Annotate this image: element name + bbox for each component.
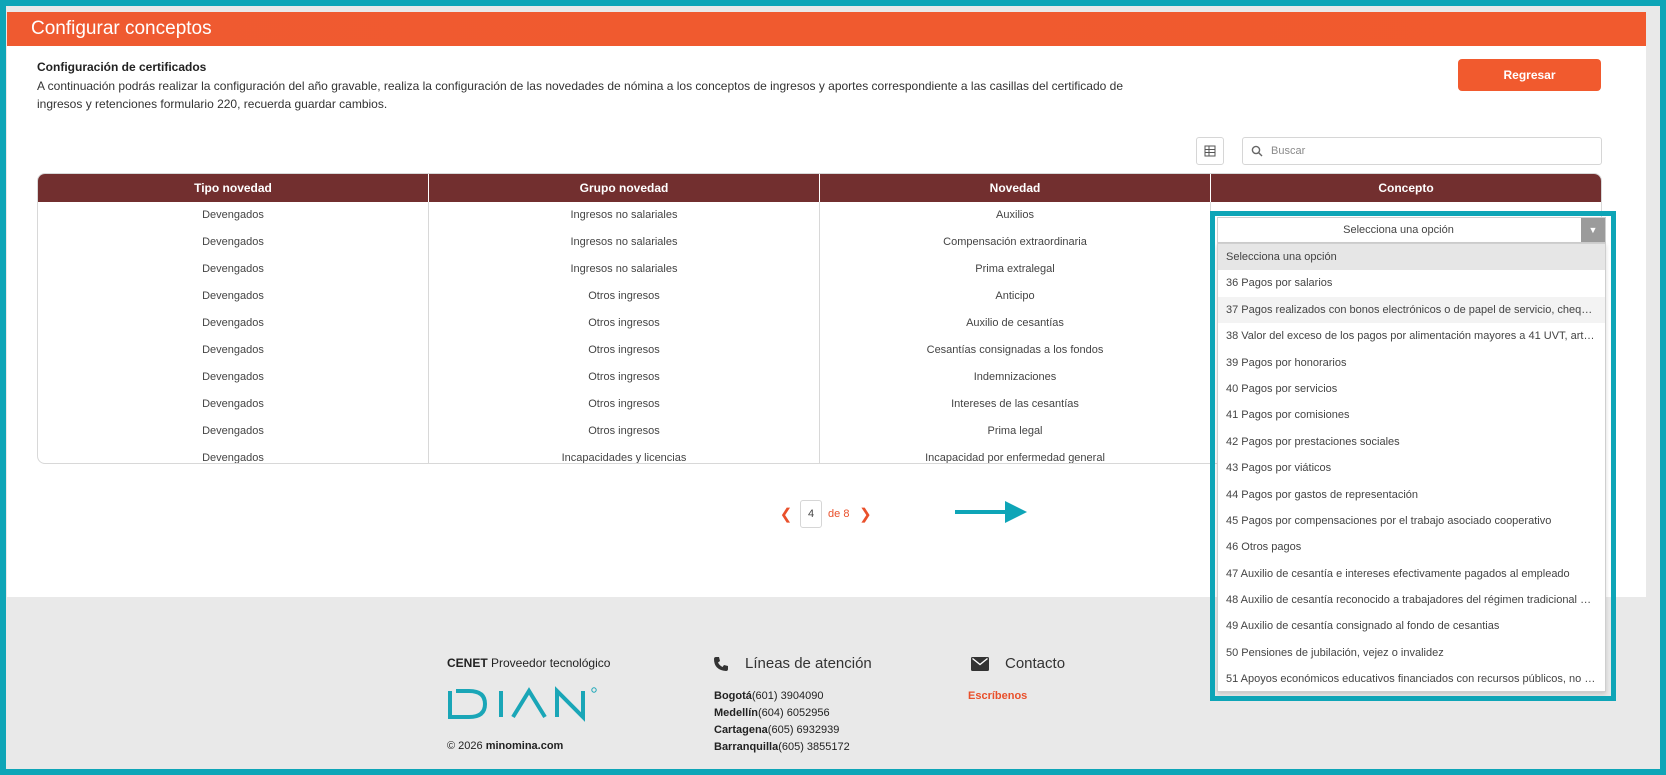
chevron-right-icon[interactable]: ❯ xyxy=(855,505,875,523)
table-cell: Indemnizaciones xyxy=(973,371,1057,383)
table-header: Tipo novedad Grupo novedad Novedad Conce… xyxy=(38,174,1601,202)
column-header-grupo-novedad[interactable]: Grupo novedad xyxy=(429,174,820,202)
table-cell: Anticipo xyxy=(995,290,1035,302)
table-cell: Devengados xyxy=(202,398,264,410)
table-cell: Prima extralegal xyxy=(975,263,1055,275)
envelope-icon xyxy=(971,656,989,671)
page-input[interactable]: 4 xyxy=(800,500,822,528)
column-tipo-novedad: Devengados Devengados Devengados Devenga… xyxy=(38,202,429,464)
table-cell: Prima legal xyxy=(987,425,1043,437)
section-description: A continuación podrás realizar la config… xyxy=(37,79,1123,111)
support-line-item: Barranquilla(605) 3855172 xyxy=(714,741,850,753)
column-header-concepto[interactable]: Concepto xyxy=(1211,174,1601,202)
contact-link[interactable]: Escríbenos xyxy=(968,690,1027,702)
export-excel-button[interactable] xyxy=(1196,137,1224,165)
page-header: Configurar conceptos xyxy=(7,12,1646,46)
annotation-arrow-icon xyxy=(955,501,1027,523)
footer-provider: CENET Proveedor tecnológico xyxy=(447,656,611,670)
search-field[interactable] xyxy=(1242,137,1602,165)
search-input[interactable] xyxy=(1271,145,1591,157)
table-cell: Auxilios xyxy=(996,209,1034,221)
table-cell: Devengados xyxy=(202,425,264,437)
table-cell: Otros ingresos xyxy=(588,425,660,437)
back-button[interactable]: Regresar xyxy=(1458,59,1601,91)
section-title: Configuración de certificados xyxy=(37,60,207,74)
annotation-highlight-box xyxy=(1210,211,1616,701)
footer-copyright: © 2026 minomina.com xyxy=(447,740,564,752)
support-line-item: Cartagena(605) 6932939 xyxy=(714,724,840,736)
column-grupo-novedad: Ingresos no salariales Ingresos no salar… xyxy=(429,202,820,464)
table-cell: Devengados xyxy=(202,344,264,356)
table-cell: Devengados xyxy=(202,290,264,302)
column-header-novedad[interactable]: Novedad xyxy=(820,174,1211,202)
support-lines-heading: Líneas de atención xyxy=(713,655,872,672)
page-total-label: de 8 xyxy=(828,508,850,520)
table-cell: Devengados xyxy=(202,263,264,275)
table-cell: Otros ingresos xyxy=(588,290,660,302)
phone-icon xyxy=(713,656,729,672)
table-cell: Ingresos no salariales xyxy=(570,236,678,248)
spreadsheet-icon xyxy=(1204,145,1216,157)
table-cell: Devengados xyxy=(202,236,264,248)
table-cell: Incapacidades y licencias xyxy=(561,452,687,464)
table-cell: Auxilio de cesantías xyxy=(966,317,1064,329)
table-cell: Ingresos no salariales xyxy=(570,209,678,221)
table-cell: Otros ingresos xyxy=(588,317,660,329)
column-novedad: Auxilios Compensación extraordinaria Pri… xyxy=(820,202,1211,464)
table-cell: Otros ingresos xyxy=(588,344,660,356)
table-cell: Incapacidad por enfermedad general xyxy=(925,452,1105,464)
dian-logo xyxy=(448,686,597,722)
column-header-tipo-novedad[interactable]: Tipo novedad xyxy=(38,174,429,202)
table-cell: Devengados xyxy=(202,452,264,464)
contact-heading: Contacto xyxy=(971,655,1065,672)
table-cell: Otros ingresos xyxy=(588,371,660,383)
chevron-left-icon[interactable]: ❮ xyxy=(776,505,796,523)
support-line-item: Medellín(604) 6052956 xyxy=(714,707,830,719)
table-cell: Otros ingresos xyxy=(588,398,660,410)
table-cell: Devengados xyxy=(202,371,264,383)
table-cell: Devengados xyxy=(202,209,264,221)
table-cell: Devengados xyxy=(202,317,264,329)
pagination: ❮ 4 de 8 ❯ xyxy=(776,500,875,528)
table-cell: Intereses de las cesantías xyxy=(951,398,1079,410)
table-cell: Cesantías consignadas a los fondos xyxy=(926,344,1104,356)
page-title: Configurar conceptos xyxy=(31,18,212,39)
search-icon xyxy=(1251,145,1263,157)
table-cell: Ingresos no salariales xyxy=(570,263,678,275)
support-lines-list: Bogotá(601) 3904090 Medellín(604) 605295… xyxy=(714,688,850,756)
table-cell: Compensación extraordinaria xyxy=(943,236,1087,248)
support-line-item: Bogotá(601) 3904090 xyxy=(714,690,824,702)
